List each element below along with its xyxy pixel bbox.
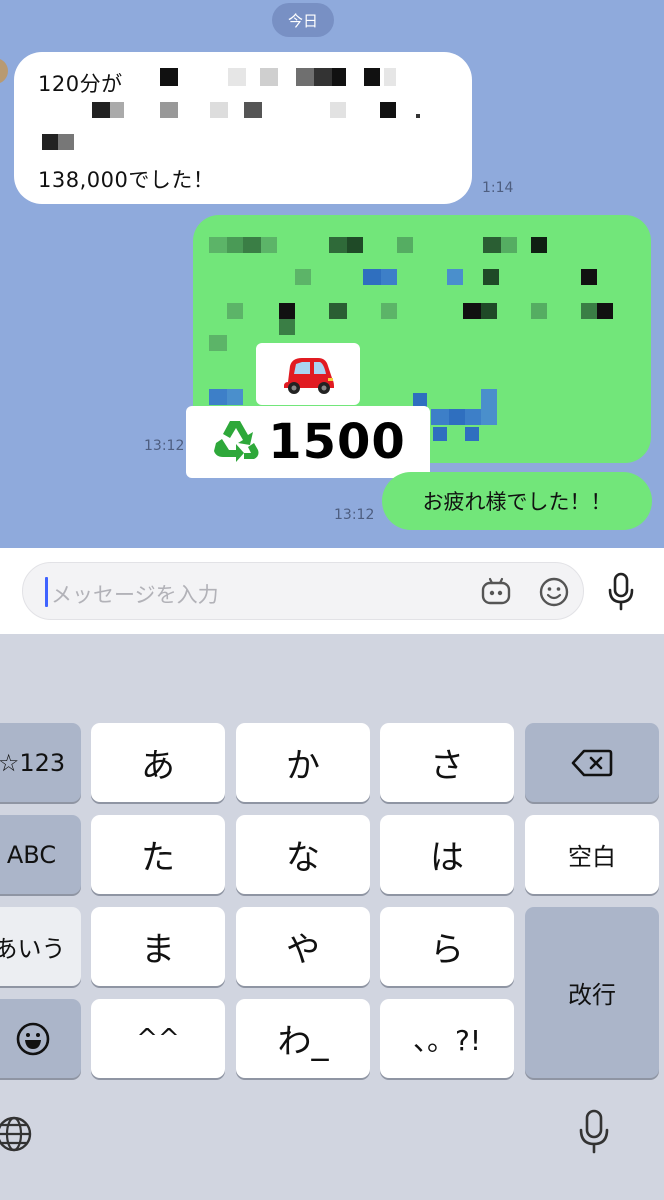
emoji-keyboard-button[interactable] [0,999,81,1078]
key-na[interactable]: な [236,815,370,894]
text-caret [45,577,48,607]
message-input-bar: メッセージを入力 [0,548,664,634]
message-line-total: 138,000でした！ [38,168,215,192]
number-sticker[interactable]: 1500 [186,406,430,478]
message-time: 1:14 [482,180,514,196]
delete-button[interactable] [525,723,659,802]
key-punctuation[interactable]: 、。?! [380,999,514,1078]
key-ta[interactable]: た [91,815,225,894]
globe-icon[interactable] [0,1114,36,1154]
enter-button[interactable]: 改行 [525,907,659,1078]
date-separator: 今日 [272,3,334,37]
recycle-icon [214,421,259,462]
emoji-icon[interactable] [537,575,571,609]
message-time: 13:12 [144,438,185,454]
key-sa[interactable]: さ [380,723,514,802]
key-ha[interactable]: は [380,815,514,894]
emoji-face-icon [16,1022,49,1055]
key-kana[interactable]: あいう [0,907,81,986]
outgoing-message-bubble[interactable]: お疲れ様でした！！ [382,472,652,530]
message-time: 13:12 [334,507,375,523]
dictation-microphone-icon[interactable] [577,1108,611,1156]
message-line: 120分が [38,72,123,96]
key-numbers[interactable]: ☆123 [0,723,81,802]
key-wa[interactable]: わ_ [236,999,370,1078]
key-ma[interactable]: ま [91,907,225,986]
car-sticker[interactable] [256,343,360,405]
red-car-icon [284,358,334,394]
key-ya[interactable]: や [236,907,370,986]
key-abc[interactable]: ABC [0,815,81,894]
sticker-bot-icon[interactable] [479,575,513,609]
chat-area[interactable]: 今日 120分が 138,000でした！ 1:14 13:12 1500 お疲れ… [0,0,664,548]
avatar[interactable] [0,58,8,84]
keyboard: ☆123 あ か さ ABC た な は 空白 あいう ま や ら 改行 ^^ … [0,634,664,1200]
message-text: お疲れ様でした！！ [422,490,612,514]
input-placeholder: メッセージを入力 [51,583,219,607]
space-button[interactable]: 空白 [525,815,659,894]
incoming-message-bubble[interactable]: 120分が 138,000でした！ [14,52,472,204]
message-input[interactable]: メッセージを入力 [22,562,584,620]
key-ra[interactable]: ら [380,907,514,986]
sticker-number: 1500 [268,414,406,470]
key-kaomoji[interactable]: ^^ [91,999,225,1078]
backspace-icon [571,749,613,776]
microphone-icon[interactable] [604,572,638,612]
key-a[interactable]: あ [91,723,225,802]
key-ka[interactable]: か [236,723,370,802]
